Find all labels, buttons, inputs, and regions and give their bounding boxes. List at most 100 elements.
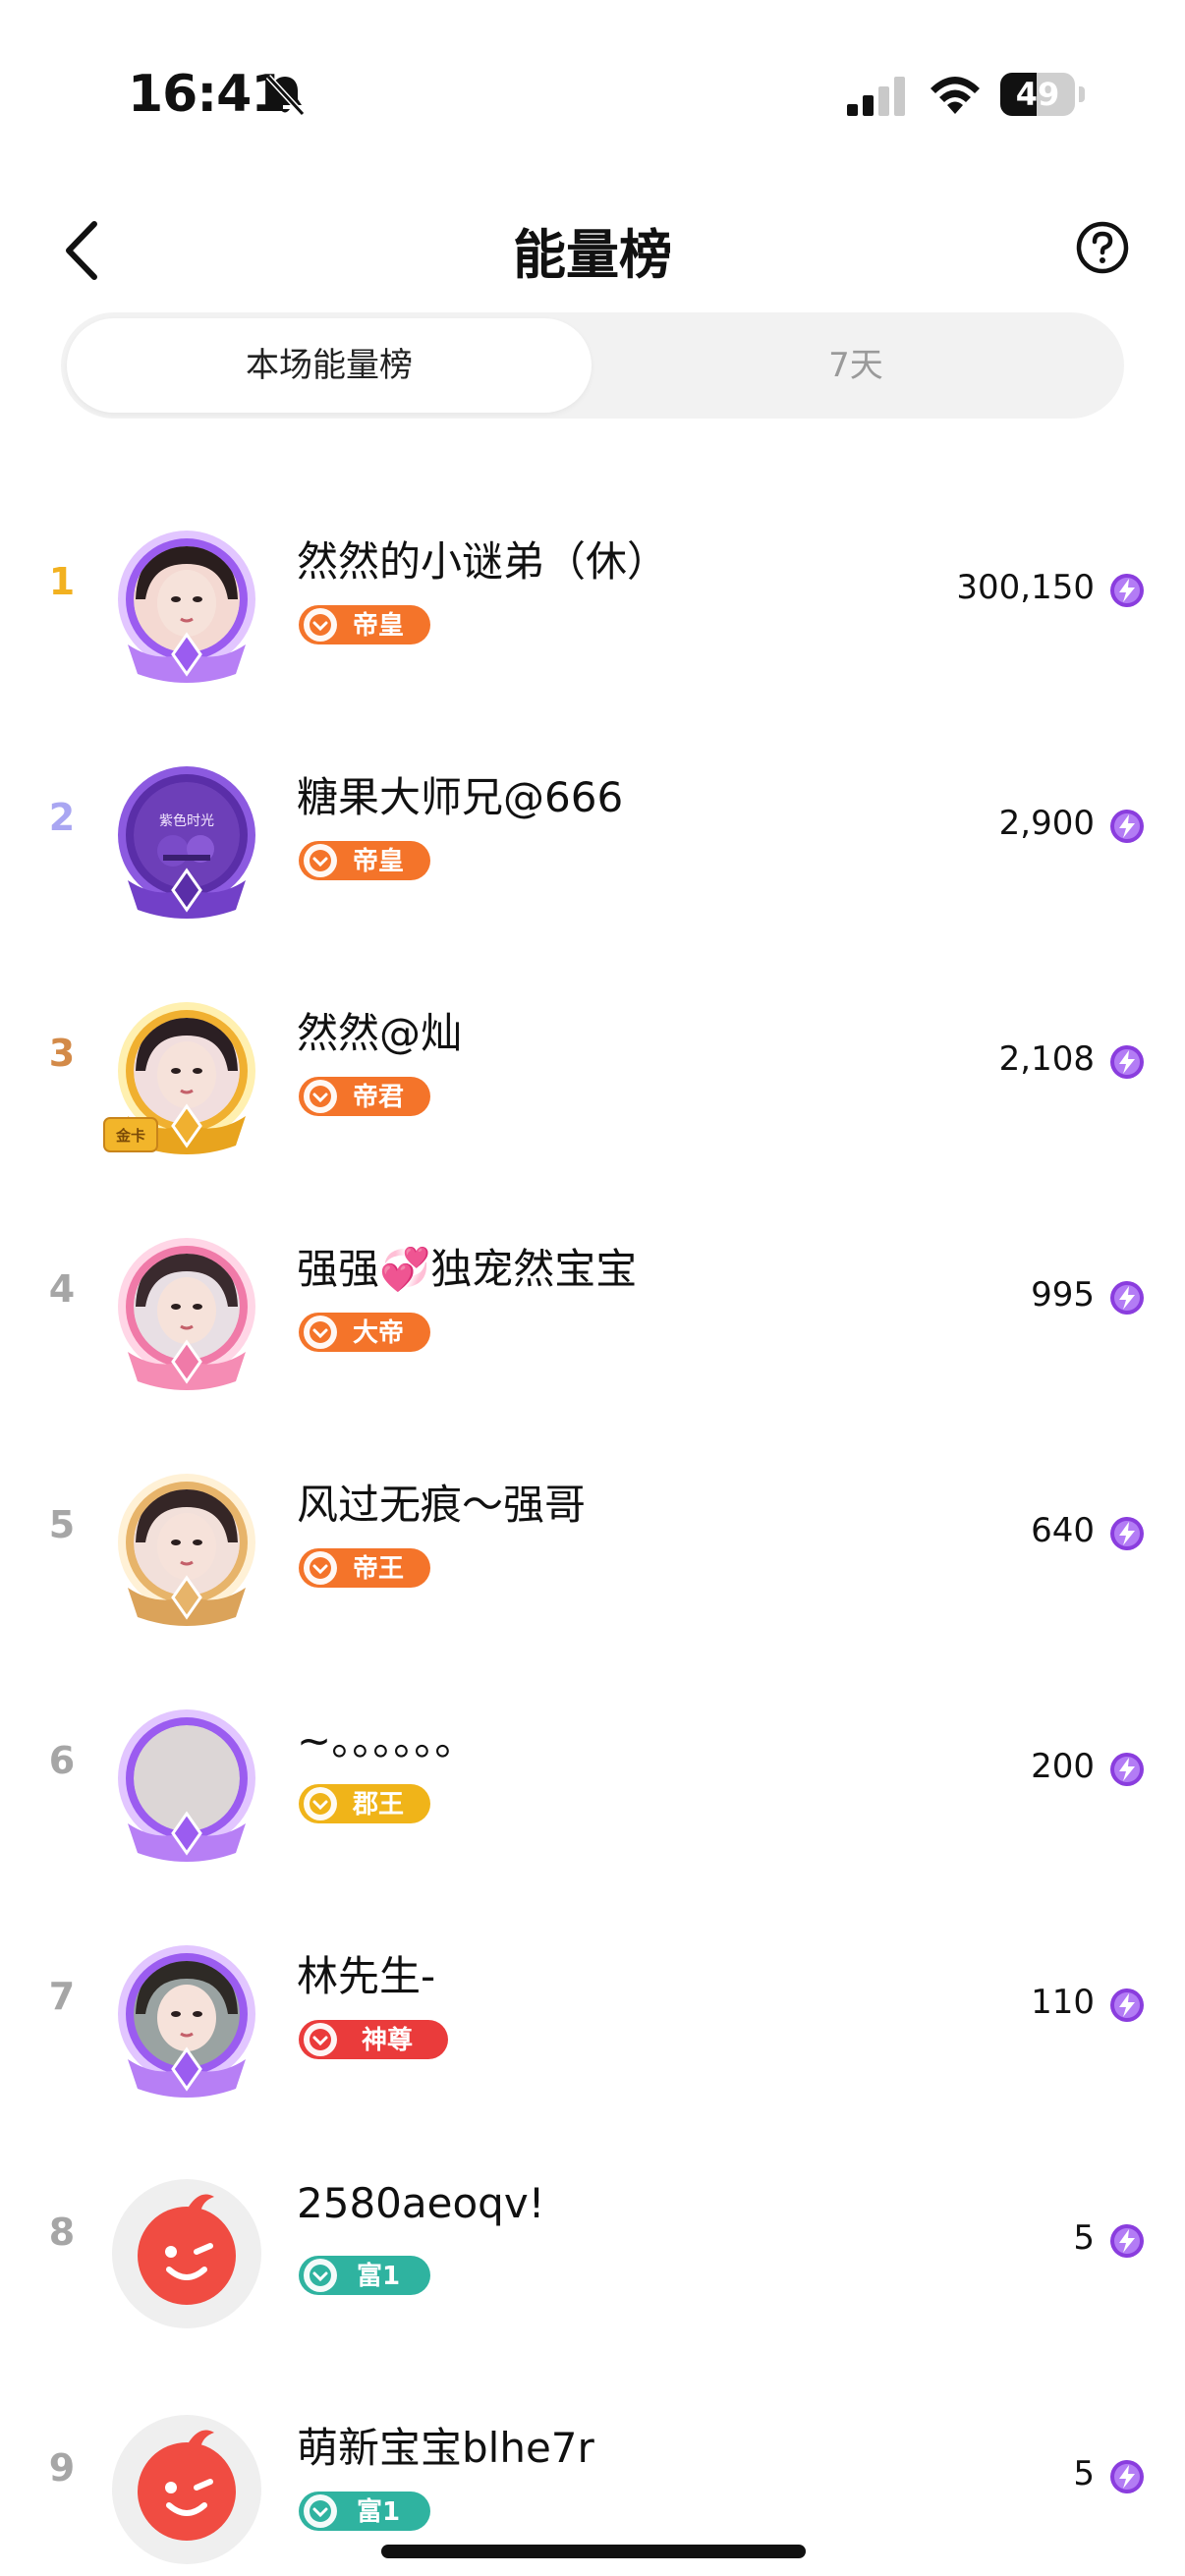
avatar-frame[interactable] <box>98 517 275 690</box>
page: 16:41 49 能量榜 本场能量榜 7天 1 然然的小谜弟（休） 帝皇 300… <box>0 0 1185 2576</box>
user-name[interactable]: 2580aeoqv! <box>297 2179 545 2227</box>
svg-text:帝皇: 帝皇 <box>353 610 404 641</box>
rank-number: 9 <box>48 2446 76 2490</box>
energy-score: 5 <box>1073 2218 1095 2258</box>
energy-score: 2,900 <box>998 804 1095 843</box>
user-name[interactable]: 萌新宝宝blhe7r <box>297 2415 594 2475</box>
user-name[interactable]: 然然@灿 <box>297 1000 462 1060</box>
level-badge: 郡王 <box>299 1784 430 1823</box>
level-badge: 神尊 <box>299 2020 448 2059</box>
ranking-row[interactable]: 7 林先生- 神尊 110 <box>0 1896 1185 2132</box>
wifi-icon <box>931 77 980 114</box>
status-bar: 16:41 49 <box>0 0 1185 147</box>
ranking-row[interactable]: 4 强强💞独宠然宝宝 大帝 995 <box>0 1189 1185 1425</box>
rank-number: 4 <box>48 1267 76 1311</box>
svg-text:富1: 富1 <box>357 2261 400 2291</box>
energy-score: 2,108 <box>998 1039 1095 1079</box>
user-name[interactable]: 强强💞独宠然宝宝 <box>297 1236 637 1296</box>
energy-score: 300,150 <box>956 568 1095 607</box>
energy-score: 200 <box>1031 1747 1095 1786</box>
level-badge: 大帝 <box>299 1313 430 1352</box>
rank-number: 7 <box>48 1975 76 2018</box>
energy-lightning-icon <box>1110 1281 1144 1315</box>
user-name[interactable]: ~。。。。。。 <box>297 1708 476 1767</box>
energy-lightning-icon <box>1110 810 1144 843</box>
page-title: 能量榜 <box>513 224 672 286</box>
energy-lightning-icon <box>1110 2224 1144 2258</box>
rank-number: 8 <box>48 2211 76 2254</box>
avatar-frame[interactable]: 紫色时光 <box>98 753 275 925</box>
battery-cap <box>1079 86 1085 102</box>
svg-text:帝王: 帝王 <box>353 1553 404 1584</box>
ranking-row[interactable]: 3 金卡 然然@灿 帝君 2,108 <box>0 953 1185 1189</box>
default-avatar-icon <box>112 2179 261 2328</box>
user-name[interactable]: 然然的小谜弟（休） <box>297 529 668 588</box>
avatar[interactable] <box>98 1932 275 2104</box>
rank-number: 5 <box>48 1503 76 1546</box>
avatar[interactable] <box>98 1460 275 1633</box>
battery-body: 49 <box>1000 73 1075 116</box>
user-name[interactable]: 糖果大师兄@666 <box>297 764 623 824</box>
avatar[interactable] <box>98 1224 275 1397</box>
level-badge-wrap: 富1 <box>297 2252 432 2299</box>
avatar-frame[interactable] <box>98 2403 275 2576</box>
energy-lightning-icon <box>1110 1045 1144 1079</box>
ranking-row[interactable]: 8 2580aeoqv! 富1 5 <box>0 2132 1185 2368</box>
cellular-signal-icon <box>847 77 905 116</box>
level-badge-wrap: 郡王 <box>297 1780 432 1827</box>
level-badge-wrap: 帝王 <box>297 1544 432 1592</box>
level-badge: 富1 <box>299 2492 430 2531</box>
help-button[interactable] <box>1075 220 1130 275</box>
rank-number: 1 <box>48 560 76 603</box>
ranking-row[interactable]: 5 风过无痕～强哥 帝王 640 <box>0 1425 1185 1660</box>
energy-score: 640 <box>1031 1511 1095 1550</box>
user-name[interactable]: 风过无痕～强哥 <box>297 1472 586 1532</box>
energy-lightning-icon <box>1110 2460 1144 2493</box>
avatar[interactable] <box>98 1696 275 1869</box>
user-name[interactable]: 林先生- <box>297 1943 435 2003</box>
status-time: 16:41 <box>128 65 287 124</box>
level-badge: 帝王 <box>299 1548 430 1588</box>
energy-score: 995 <box>1031 1275 1095 1315</box>
level-badge-wrap: 帝皇 <box>297 837 432 884</box>
level-badge: 富1 <box>299 2256 430 2295</box>
avatar-frame[interactable] <box>98 1224 275 1397</box>
tab-bar: 本场能量榜 7天 <box>61 312 1124 419</box>
avatar-frame[interactable] <box>98 1696 275 1869</box>
ranking-row[interactable]: 2 紫色时光 糖果大师兄@666 帝皇 2,900 <box>0 717 1185 953</box>
ranking-row[interactable]: 6 ~。。。。。。 郡王 200 <box>0 1660 1185 1896</box>
level-badge: 帝君 <box>299 1077 430 1116</box>
energy-score: 110 <box>1031 1983 1095 2022</box>
level-badge-wrap: 大帝 <box>297 1309 432 1356</box>
default-avatar-icon <box>112 2415 261 2564</box>
ranking-row[interactable]: 1 然然的小谜弟（休） 帝皇 300,150 <box>0 481 1185 717</box>
rank-number: 3 <box>48 1032 76 1075</box>
svg-text:大帝: 大帝 <box>353 1317 404 1348</box>
avatar[interactable]: 紫色时光 <box>98 753 275 925</box>
energy-lightning-icon <box>1110 1988 1144 2022</box>
energy-lightning-icon <box>1110 574 1144 607</box>
avatar[interactable]: 金卡 <box>98 988 275 1161</box>
avatar-frame[interactable] <box>98 1460 275 1633</box>
avatar-frame[interactable] <box>98 2167 275 2340</box>
frame-tag: 金卡 <box>115 1127 145 1145</box>
tab-7-days[interactable]: 7天 <box>593 318 1118 413</box>
svg-text:富1: 富1 <box>357 2496 400 2527</box>
home-indicator <box>381 2545 806 2558</box>
level-badge: 帝皇 <box>299 605 430 644</box>
energy-lightning-icon <box>1110 1517 1144 1550</box>
bell-slash-icon <box>265 74 306 117</box>
avatar-frame[interactable] <box>98 1932 275 2104</box>
tab-current-session[interactable]: 本场能量榜 <box>67 318 592 413</box>
avatar-frame[interactable]: 金卡 <box>98 988 275 1161</box>
level-badge-wrap: 富1 <box>297 2488 432 2535</box>
svg-text:神尊: 神尊 <box>362 2025 413 2055</box>
frame-label: 紫色时光 <box>159 812 214 829</box>
level-badge: 帝皇 <box>299 841 430 880</box>
rank-number: 2 <box>48 796 76 839</box>
battery-indicator: 49 <box>1000 73 1085 116</box>
level-badge-wrap: 帝皇 <box>297 601 432 648</box>
avatar[interactable] <box>98 517 275 690</box>
level-badge-wrap: 帝君 <box>297 1073 432 1120</box>
svg-text:帝皇: 帝皇 <box>353 846 404 876</box>
